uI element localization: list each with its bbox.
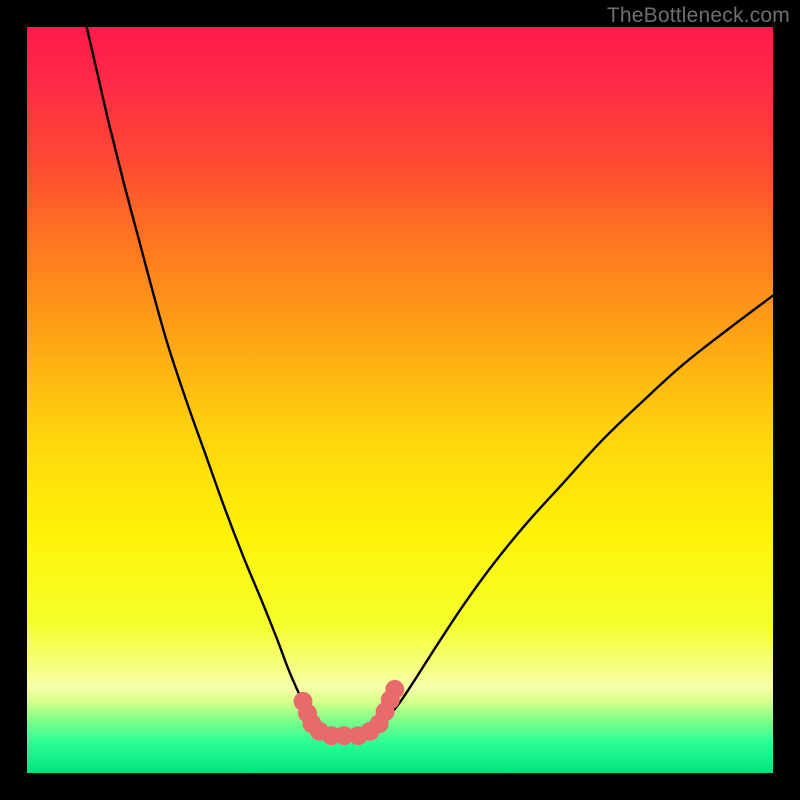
gradient-background (27, 27, 773, 773)
chart-frame: TheBottleneck.com (0, 0, 800, 800)
plot-area (27, 27, 773, 773)
chart-svg (27, 27, 773, 773)
marker-dot (385, 680, 404, 699)
watermark-text: TheBottleneck.com (607, 4, 790, 28)
